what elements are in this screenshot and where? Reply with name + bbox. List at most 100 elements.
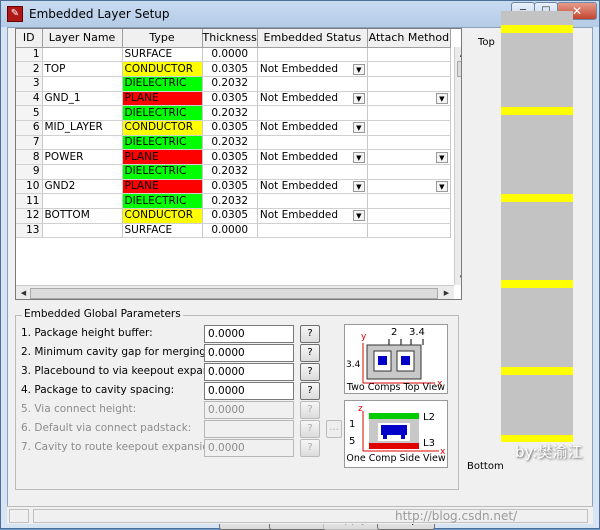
param-help-button[interactable]: ? bbox=[300, 325, 320, 343]
horizontal-scrollbar[interactable]: ◀ ▶ bbox=[16, 285, 454, 299]
cell-layer-name[interactable]: MID_LAYER bbox=[42, 120, 123, 136]
chevron-down-icon[interactable]: ▼ bbox=[352, 151, 365, 163]
table-row[interactable]: 13 SURFACE 0.0000 bbox=[16, 223, 451, 239]
table-row[interactable]: 12 BOTTOM CONDUCTOR 0.0305 Not Embedded ▼ bbox=[16, 208, 451, 224]
chevron-down-icon[interactable]: ▼ bbox=[352, 92, 365, 104]
scroll-up-arrow-icon[interactable]: ▲ bbox=[455, 47, 461, 61]
cell-thickness[interactable]: 0.0305 bbox=[202, 120, 258, 136]
cell-attach-method[interactable] bbox=[367, 135, 451, 151]
table-row[interactable]: 6 MID_LAYER CONDUCTOR 0.0305 Not Embedded ▼ bbox=[16, 120, 451, 136]
chevron-down-icon[interactable]: ▼ bbox=[435, 92, 448, 104]
param-help-button[interactable]: ? bbox=[300, 439, 320, 457]
cell-thickness[interactable]: 0.2032 bbox=[202, 164, 258, 180]
horizontal-scroll-thumb[interactable] bbox=[30, 288, 438, 299]
param-help-button[interactable]: ? bbox=[300, 382, 320, 400]
cell-type[interactable]: PLANE bbox=[122, 91, 203, 107]
vertical-scrollbar[interactable]: ▲ ▼ bbox=[454, 47, 461, 285]
cell-embedded-status[interactable] bbox=[257, 193, 368, 210]
cell-thickness[interactable]: 0.0000 bbox=[202, 47, 258, 63]
cell-type[interactable]: DIELECTRIC bbox=[122, 164, 203, 180]
cell-layer-name[interactable]: TOP bbox=[42, 61, 123, 77]
cell-thickness[interactable]: 0.2032 bbox=[202, 193, 258, 210]
cell-layer-name[interactable] bbox=[42, 135, 123, 151]
cell-layer-name[interactable] bbox=[42, 76, 123, 92]
table-row[interactable]: 2 TOP CONDUCTOR 0.0305 Not Embedded ▼ bbox=[16, 61, 451, 77]
cell-type[interactable]: PLANE bbox=[122, 149, 203, 165]
browse-padstack-button[interactable]: ... bbox=[326, 420, 342, 438]
cell-layer-name[interactable] bbox=[42, 47, 123, 63]
param-help-button[interactable]: ? bbox=[300, 363, 320, 381]
cell-embedded-status[interactable]: Not Embedded ▼ bbox=[257, 91, 368, 107]
cell-attach-method[interactable] bbox=[367, 47, 451, 63]
cell-attach-method[interactable] bbox=[367, 120, 451, 136]
chevron-down-icon[interactable]: ▼ bbox=[435, 181, 448, 193]
cell-layer-name[interactable]: BOTTOM bbox=[42, 208, 123, 224]
col-type[interactable]: Type bbox=[122, 29, 203, 48]
param-help-button[interactable]: ? bbox=[300, 344, 320, 362]
cell-type[interactable]: PLANE bbox=[122, 179, 203, 195]
chevron-down-icon[interactable]: ▼ bbox=[352, 210, 365, 222]
cell-attach-method[interactable]: ▼ bbox=[367, 179, 451, 195]
cell-type[interactable]: CONDUCTOR bbox=[122, 208, 203, 224]
param-input[interactable]: 0.0000 bbox=[204, 363, 294, 381]
col-id[interactable]: ID bbox=[16, 29, 43, 48]
chevron-down-icon[interactable]: ▼ bbox=[352, 122, 365, 134]
cell-embedded-status[interactable] bbox=[257, 76, 368, 92]
col-attach-method[interactable]: Attach Method bbox=[367, 29, 451, 48]
table-row[interactable]: 4 GND_1 PLANE 0.0305 Not Embedded ▼ ▼ bbox=[16, 91, 451, 107]
table-row[interactable]: 3 DIELECTRIC 0.2032 bbox=[16, 76, 451, 92]
cell-thickness[interactable]: 0.2032 bbox=[202, 135, 258, 151]
cell-type[interactable]: CONDUCTOR bbox=[122, 61, 203, 77]
cell-type[interactable]: DIELECTRIC bbox=[122, 135, 203, 151]
param-input[interactable] bbox=[204, 420, 294, 438]
cell-embedded-status[interactable] bbox=[257, 135, 368, 151]
chevron-down-icon[interactable]: ▼ bbox=[352, 63, 365, 75]
cell-attach-method[interactable] bbox=[367, 208, 451, 224]
cell-thickness[interactable]: 0.2032 bbox=[202, 105, 258, 121]
cell-type[interactable]: SURFACE bbox=[122, 47, 203, 63]
cell-attach-method[interactable] bbox=[367, 193, 451, 210]
cell-thickness[interactable]: 0.2032 bbox=[202, 76, 258, 92]
cell-attach-method[interactable]: ▼ bbox=[367, 149, 451, 165]
table-row[interactable]: 9 DIELECTRIC 0.2032 bbox=[16, 164, 451, 180]
cell-embedded-status[interactable] bbox=[257, 105, 368, 121]
cell-embedded-status[interactable]: Not Embedded ▼ bbox=[257, 149, 368, 165]
cell-embedded-status[interactable] bbox=[257, 47, 368, 63]
cell-type[interactable]: CONDUCTOR bbox=[122, 120, 203, 136]
cell-embedded-status[interactable]: Not Embedded ▼ bbox=[257, 179, 368, 195]
cell-type[interactable]: DIELECTRIC bbox=[122, 105, 203, 121]
cell-layer-name[interactable] bbox=[42, 193, 123, 210]
cell-type[interactable]: DIELECTRIC bbox=[122, 76, 203, 92]
chevron-down-icon[interactable]: ▼ bbox=[435, 151, 448, 163]
cell-thickness[interactable]: 0.0305 bbox=[202, 61, 258, 77]
cell-layer-name[interactable]: GND_1 bbox=[42, 91, 123, 107]
cell-layer-name[interactable]: GND2 bbox=[42, 179, 123, 195]
cell-thickness[interactable]: 0.0305 bbox=[202, 179, 258, 195]
cell-layer-name[interactable] bbox=[42, 223, 123, 239]
scroll-left-arrow-icon[interactable]: ◀ bbox=[16, 286, 31, 299]
cell-layer-name[interactable] bbox=[42, 105, 123, 121]
chevron-down-icon[interactable]: ▼ bbox=[352, 181, 365, 193]
param-help-button[interactable]: ? bbox=[300, 420, 320, 438]
cell-attach-method[interactable] bbox=[367, 164, 451, 180]
table-row[interactable]: 10 GND2 PLANE 0.0305 Not Embedded ▼ ▼ bbox=[16, 179, 451, 195]
cell-layer-name[interactable] bbox=[42, 164, 123, 180]
cell-layer-name[interactable]: POWER bbox=[42, 149, 123, 165]
col-embedded-status[interactable]: Embedded Status bbox=[257, 29, 368, 48]
param-input[interactable]: 0.0000 bbox=[204, 382, 294, 400]
cell-thickness[interactable]: 0.0305 bbox=[202, 91, 258, 107]
cell-embedded-status[interactable] bbox=[257, 164, 368, 180]
cell-type[interactable]: DIELECTRIC bbox=[122, 193, 203, 210]
table-row[interactable]: 11 DIELECTRIC 0.2032 bbox=[16, 193, 451, 210]
cell-attach-method[interactable] bbox=[367, 61, 451, 77]
cell-attach-method[interactable] bbox=[367, 223, 451, 239]
table-row[interactable]: 8 POWER PLANE 0.0305 Not Embedded ▼ ▼ bbox=[16, 149, 451, 165]
table-row[interactable]: 7 DIELECTRIC 0.2032 bbox=[16, 135, 451, 151]
scroll-down-arrow-icon[interactable]: ▼ bbox=[455, 271, 461, 285]
param-help-button[interactable]: ? bbox=[300, 401, 320, 419]
table-row[interactable]: 1 SURFACE 0.0000 bbox=[16, 47, 451, 63]
col-thickness[interactable]: Thickness bbox=[202, 29, 258, 48]
scroll-right-arrow-icon[interactable]: ▶ bbox=[439, 286, 454, 299]
param-input[interactable]: 0.0000 bbox=[204, 325, 294, 343]
cell-attach-method[interactable]: ▼ bbox=[367, 91, 451, 107]
